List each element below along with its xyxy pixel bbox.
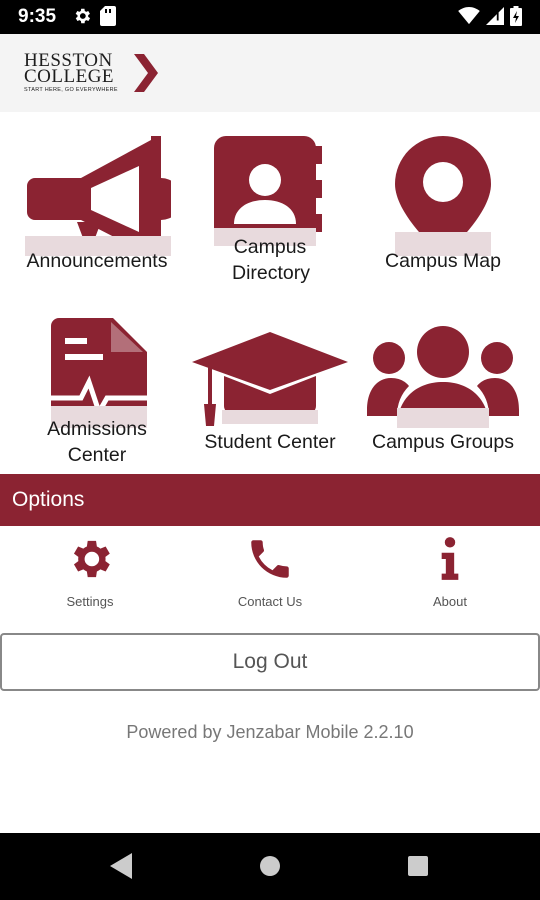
logo-chevron-icon — [134, 54, 158, 92]
settings-label: Settings — [66, 594, 114, 609]
recents-icon[interactable] — [407, 853, 429, 879]
tile-label: Admissions Center — [47, 418, 147, 466]
document-icon — [51, 318, 147, 428]
tile-label: Campus Directory — [232, 236, 311, 284]
battery-icon — [510, 6, 522, 26]
wifi-icon — [458, 7, 480, 25]
log-out-button[interactable]: Log Out — [0, 633, 540, 691]
tile-campus-groups[interactable]: Campus Groups — [353, 312, 533, 472]
status-bar: 9:35 — [0, 0, 540, 34]
logo-text-2: COLLEGE — [24, 66, 115, 87]
logo-tagline: START HERE, GO EVERYWHERE — [24, 87, 118, 93]
graduation-cap-icon — [192, 332, 348, 426]
sd-card-icon — [100, 6, 116, 26]
contact-us-label: Contact Us — [237, 594, 303, 609]
options-title: Options — [12, 488, 85, 511]
back-icon[interactable] — [110, 853, 132, 879]
settings-button[interactable]: Settings — [0, 530, 180, 616]
about-button[interactable]: About — [360, 530, 540, 616]
tile-label: Student Center — [204, 431, 336, 453]
navigation-bar — [0, 833, 540, 900]
powered-by-text: Powered by Jenzabar Mobile 2.2.10 — [126, 722, 414, 742]
map-pin-icon — [395, 136, 491, 256]
status-time: 9:35 — [18, 6, 57, 27]
tile-student-center[interactable]: Student Center — [180, 312, 360, 472]
options-header: Options — [0, 474, 540, 526]
signal-icon — [486, 7, 504, 25]
group-icon — [367, 326, 519, 428]
settings-icon — [75, 8, 91, 24]
about-label: About — [433, 594, 467, 609]
phone-icon — [251, 540, 289, 578]
tile-announcements[interactable]: Announcements — [7, 130, 187, 290]
gear-icon — [73, 540, 110, 578]
contact-us-button[interactable]: Contact Us — [180, 530, 360, 616]
tile-campus-directory[interactable]: Campus Directory — [180, 130, 360, 300]
contact-book-icon — [214, 136, 322, 246]
tile-label: Announcements — [26, 250, 168, 272]
home-icon[interactable] — [259, 853, 281, 879]
tile-campus-map[interactable]: Campus Map — [353, 130, 533, 290]
app-header: HESSTON COLLEGE START HERE, GO EVERYWHER… — [0, 34, 540, 112]
tile-label: Campus Map — [385, 250, 501, 272]
log-out-label: Log Out — [232, 650, 308, 673]
megaphone-icon — [25, 136, 171, 256]
tile-admissions-center[interactable]: Admissions Center — [7, 312, 187, 472]
info-icon — [441, 537, 459, 580]
tile-label: Campus Groups — [372, 431, 514, 453]
college-logo: HESSTON COLLEGE START HERE, GO EVERYWHER… — [24, 51, 164, 96]
